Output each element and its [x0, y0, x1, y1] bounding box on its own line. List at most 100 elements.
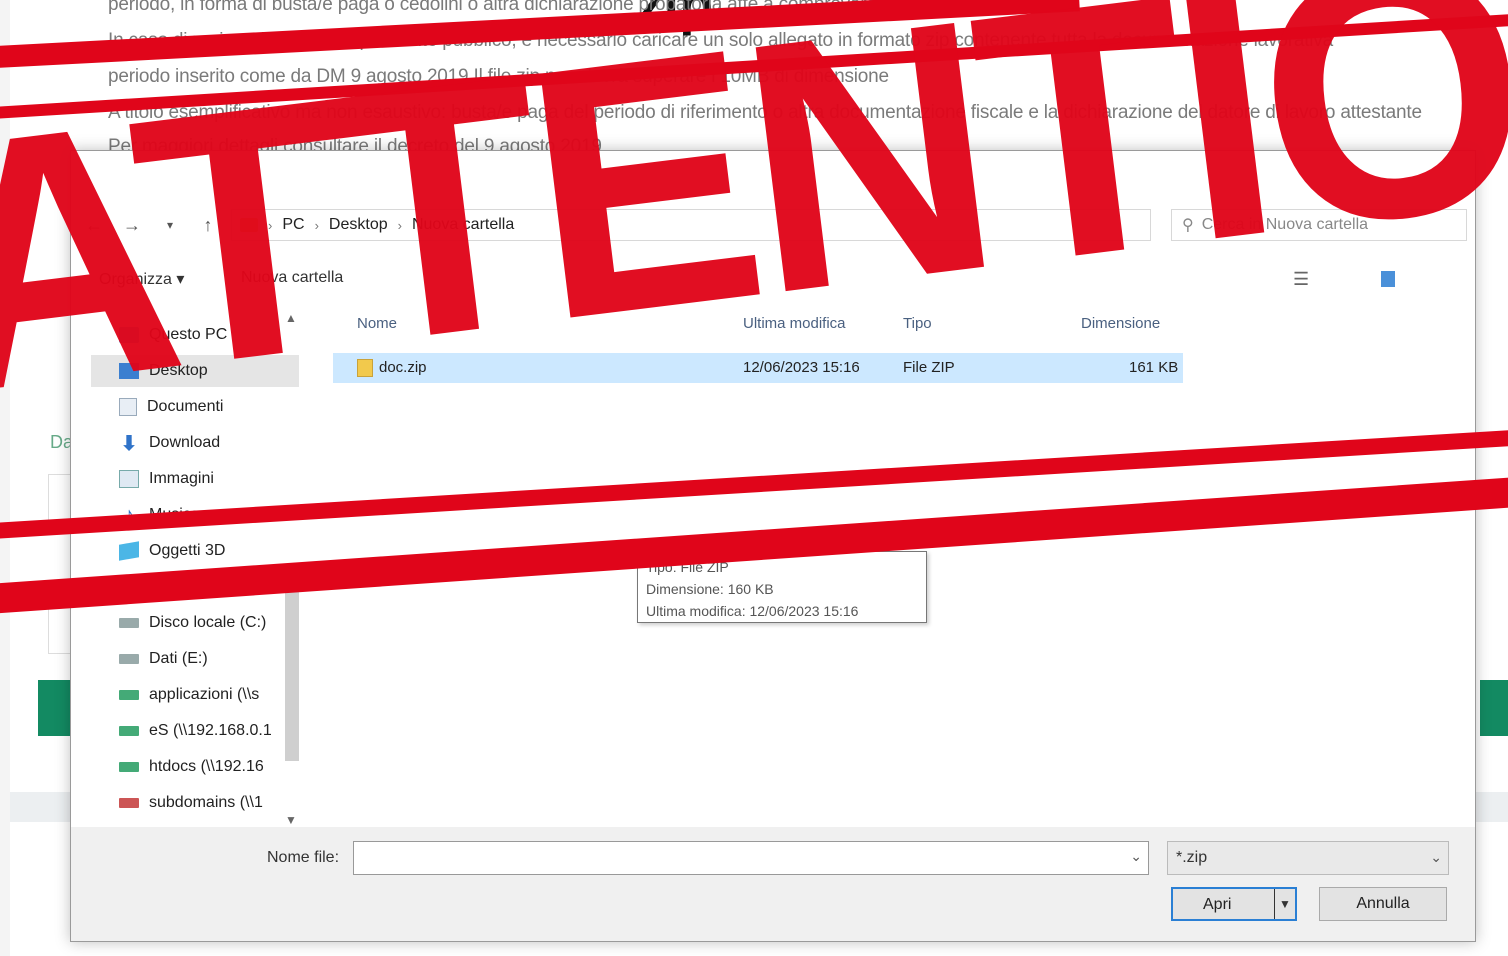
images-icon — [119, 470, 139, 488]
desktop-icon — [119, 363, 139, 379]
video-icon — [119, 579, 135, 595]
tooltip-type: Tipo: File ZIP — [646, 559, 729, 575]
dialog-footer: Nome file: ⌄ *.zip ⌄ Apri ▼ Annulla — [71, 827, 1475, 941]
instruction-line: periodo inserito come da DM 9 agosto 201… — [108, 66, 889, 87]
chevron-down-icon: ⌄ — [1430, 849, 1442, 865]
navigation-pane: ▲ Questo PC Desktop Documenti ⬇ Download … — [71, 311, 301, 831]
search-placeholder: Cerca in Nuova cartella — [1201, 216, 1369, 233]
folder-icon — [240, 218, 258, 232]
nav-item-video[interactable]: Video — [119, 571, 299, 603]
breadcrumb-desktop[interactable]: Desktop — [329, 216, 388, 234]
file-list: Nome Ultima modifica Tipo Dimensione doc… — [303, 311, 1473, 831]
file-type-filter-value: *.zip — [1176, 849, 1208, 866]
dialog-titlebar — [71, 151, 1475, 199]
file-row[interactable]: doc.zip 12/06/2023 15:16 File ZIP 161 KB — [333, 353, 1183, 383]
address-bar-row: ← → ▾ ↑ › PC › Desktop › Nuova cartella … — [71, 199, 1475, 251]
chevron-right-icon: › — [314, 217, 319, 233]
nav-item-label: Video — [145, 578, 186, 595]
column-header-name[interactable]: Nome — [357, 315, 397, 332]
back-arrow-icon[interactable]: ← — [79, 210, 109, 240]
nav-item-label: Download — [149, 434, 221, 451]
nav-item-this-pc[interactable]: Questo PC — [119, 319, 299, 351]
nav-item-local-disk[interactable]: Disco locale (C:) — [119, 607, 299, 639]
nav-item-network-htdocs[interactable]: htdocs (\\192.16 — [119, 751, 299, 783]
search-input[interactable]: ⚲ Cerca in Nuova cartella — [1171, 209, 1467, 241]
tooltip-size: Dimensione: 160 KB — [646, 581, 774, 597]
nav-item-label: Musica — [149, 506, 200, 523]
file-modified-cell: 12/06/2023 15:16 — [743, 359, 860, 376]
nav-item-label: Immagini — [149, 470, 214, 487]
chevron-right-icon: › — [397, 217, 402, 233]
download-icon: ⬇ — [120, 432, 138, 455]
filename-label: Nome file: — [267, 849, 340, 866]
open-button-label: Apri — [1203, 896, 1232, 913]
column-header-modified[interactable]: Ultima modifica — [743, 315, 846, 332]
address-field[interactable]: › PC › Desktop › Nuova cartella — [231, 209, 1151, 241]
nav-item-label: Disco locale (C:) — [149, 614, 267, 631]
filename-input[interactable]: ⌄ — [353, 841, 1149, 875]
disconnected-drive-icon — [119, 798, 139, 808]
breadcrumb-pc[interactable]: PC — [282, 216, 304, 234]
nav-item-label: htdocs (\\192.16 — [149, 758, 264, 775]
file-tooltip: Tipo: File ZIP Dimensione: 160 KB Ultima… — [637, 551, 927, 623]
cube-icon — [119, 541, 139, 561]
open-button[interactable]: Apri ▼ — [1171, 887, 1297, 921]
network-drive-icon — [119, 690, 139, 700]
up-arrow-icon[interactable]: ↑ — [193, 210, 223, 240]
file-name: doc.zip — [379, 359, 427, 376]
chevron-right-icon: › — [268, 217, 273, 233]
nav-item-network-es[interactable]: eS (\\192.168.0.1 — [119, 715, 299, 747]
cancel-button[interactable]: Annulla — [1319, 887, 1447, 921]
instruction-line: periodo, in forma di busta/e paga o cedo… — [108, 0, 1031, 15]
music-icon: ♪ — [124, 503, 134, 526]
file-open-dialog: ← → ▾ ↑ › PC › Desktop › Nuova cartella … — [70, 150, 1476, 942]
drive-icon — [119, 654, 139, 664]
nav-item-images[interactable]: Immagini — [119, 463, 299, 495]
scroll-down-icon[interactable]: ▼ — [285, 813, 297, 827]
nav-item-label: Oggetti 3D — [149, 542, 226, 559]
nav-item-data-drive[interactable]: Dati (E:) — [119, 643, 299, 675]
nav-item-label: subdomains (\\1 — [149, 794, 263, 811]
preview-pane-icon[interactable] — [1381, 271, 1395, 287]
nav-item-download[interactable]: ⬇ Download — [119, 427, 299, 459]
computer-icon — [119, 327, 139, 343]
nav-item-label: Dati (E:) — [149, 650, 208, 667]
nav-item-network-subdomains[interactable]: subdomains (\\1 — [119, 787, 299, 819]
documents-icon — [119, 398, 137, 416]
nav-item-network-applicazioni[interactable]: applicazioni (\\s — [119, 679, 299, 711]
network-drive-icon — [119, 726, 139, 736]
chevron-down-icon[interactable]: ⌄ — [1130, 848, 1142, 865]
instruction-line: In caso di regime diverso da dipendente … — [108, 30, 1333, 51]
nav-item-label: applicazioni (\\s — [149, 686, 260, 703]
upload-button-right[interactable] — [1480, 680, 1508, 736]
breadcrumb-current-folder[interactable]: Nuova cartella — [412, 216, 514, 234]
nav-item-label: Documenti — [147, 398, 224, 415]
nav-item-label: eS (\\192.168.0.1 — [149, 722, 272, 739]
network-drive-icon — [119, 762, 139, 772]
open-options-dropdown-icon[interactable]: ▼ — [1274, 889, 1295, 919]
nav-item-documents[interactable]: Documenti — [119, 391, 299, 423]
recent-chevron-icon[interactable]: ▾ — [155, 210, 185, 240]
nav-item-3d-objects[interactable]: Oggetti 3D — [119, 535, 299, 567]
dialog-toolbar: Organizza ▾ Nuova cartella ☰ — [71, 253, 1475, 303]
tooltip-modified: Ultima modifica: 12/06/2023 15:16 — [646, 603, 859, 619]
new-folder-button[interactable]: Nuova cartella — [241, 269, 343, 287]
forward-arrow-icon[interactable]: → — [117, 210, 147, 240]
instruction-line: A titolo esemplificativo ma non esaustiv… — [108, 102, 1422, 123]
column-header-type[interactable]: Tipo — [903, 315, 932, 332]
search-icon: ⚲ — [1182, 217, 1194, 234]
nav-item-music[interactable]: ♪ Musica — [119, 499, 299, 531]
drive-icon — [119, 618, 139, 628]
zip-file-icon — [357, 359, 373, 378]
nav-scrollbar-thumb[interactable] — [285, 591, 299, 761]
column-header-size[interactable]: Dimensione — [1081, 315, 1160, 332]
file-type-filter-select[interactable]: *.zip ⌄ — [1167, 841, 1449, 875]
nav-item-desktop[interactable]: Desktop — [91, 355, 299, 387]
file-type-cell: File ZIP — [903, 359, 955, 376]
organize-menu-button[interactable]: Organizza ▾ — [99, 269, 184, 289]
view-options-icon[interactable]: ☰ — [1293, 269, 1309, 290]
file-size-cell: 161 KB — [1129, 359, 1179, 376]
nav-item-label: Questo PC — [149, 326, 228, 343]
file-name-cell: doc.zip — [357, 359, 427, 378]
nav-item-label: Desktop — [149, 362, 208, 379]
